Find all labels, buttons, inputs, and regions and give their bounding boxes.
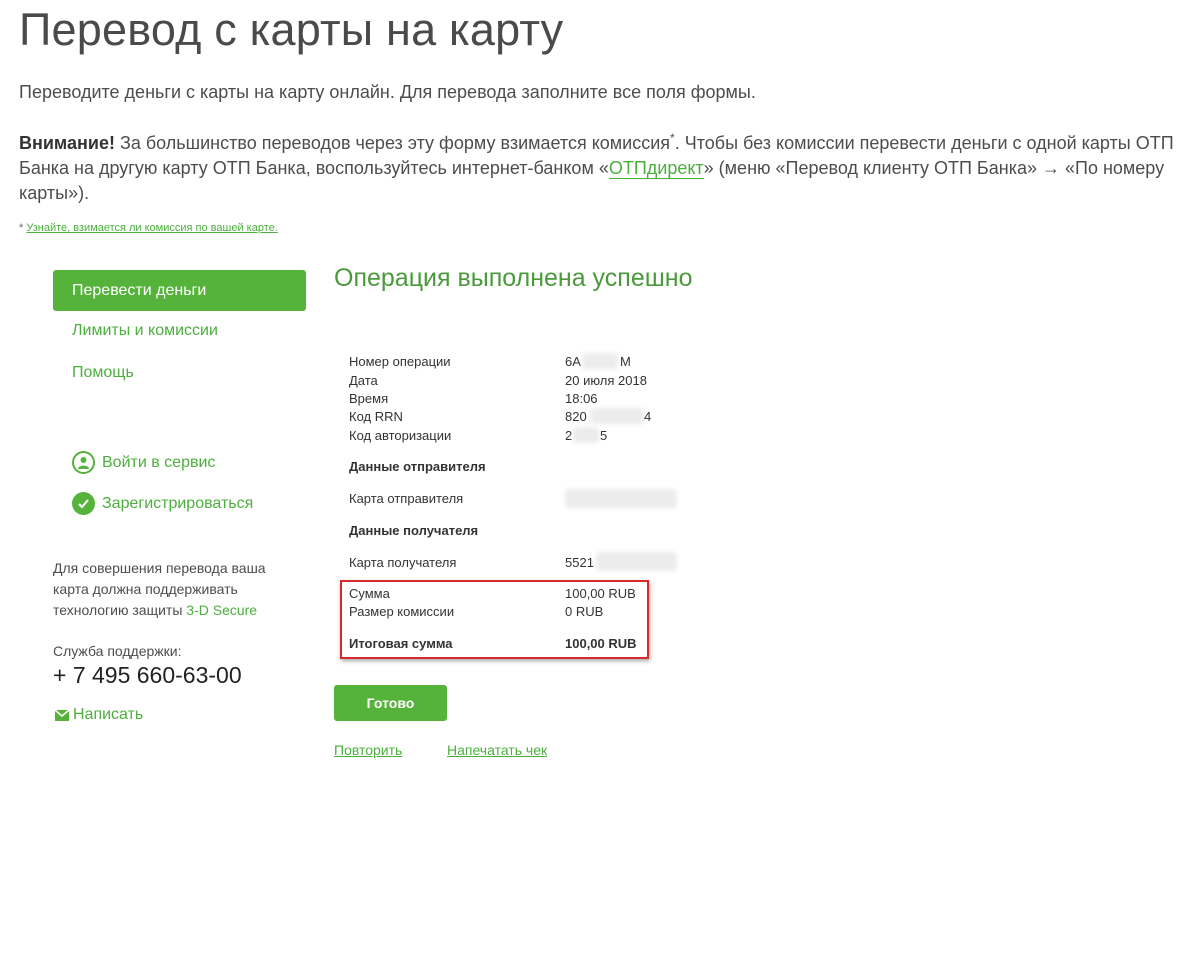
commission-notice: Внимание! За большинство переводов через… — [19, 126, 1189, 206]
recipient-card-start: 5521 — [565, 555, 594, 570]
sidebar-item-transfer[interactable]: Перевести деньги — [53, 270, 306, 311]
page-title: Перевод с карты на карту — [19, 4, 564, 55]
register-link[interactable]: Зарегистрироваться — [72, 492, 253, 515]
recipient-card-label: Карта получателя — [349, 555, 457, 570]
envelope-icon — [55, 709, 69, 721]
sender-section-title: Данные отправителя — [349, 459, 486, 474]
done-button[interactable]: Готово — [334, 685, 447, 721]
success-title: Операция выполнена успешно — [334, 264, 693, 292]
rrn-end: 4 — [644, 409, 652, 424]
write-link[interactable]: Написать — [55, 706, 143, 724]
secure-info: Для совершения перевода ваша карта должн… — [53, 558, 283, 621]
otpdirect-link[interactable]: ОТПдирект — [608, 158, 704, 179]
commission-footnote: * Узнайте, взимается ли комиссия по ваше… — [19, 222, 278, 234]
auth-end: 5 — [600, 428, 608, 443]
notice-text-1: За большинство переводов через эту форму… — [114, 133, 671, 153]
op-number-start: 6A — [565, 354, 581, 369]
sidebar-item-limits[interactable]: Лимиты и комиссии — [72, 322, 218, 340]
notice-warning: Внимание! — [19, 133, 115, 153]
sidebar-item-help[interactable]: Помощь — [72, 364, 134, 382]
register-label: Зарегистрироваться — [102, 494, 254, 512]
rrn-start: 820 — [565, 409, 587, 424]
support-label: Служба поддержки: — [53, 643, 182, 659]
amount-highlight-box — [340, 580, 649, 659]
footnote-asterisk: * — [19, 222, 24, 234]
user-icon — [72, 451, 95, 474]
intro-text: Переводите деньги с карты на карту онлай… — [19, 82, 756, 102]
auth-start: 2 — [565, 428, 573, 443]
recipient-section-title: Данные получателя — [349, 523, 479, 538]
recipient-card-redaction — [596, 552, 677, 571]
print-receipt-link[interactable]: Напечатать чек — [447, 742, 547, 758]
auth-label: Код авторизации — [349, 428, 452, 443]
3d-secure-link[interactable]: 3-D Secure — [186, 602, 257, 618]
commission-check-link[interactable]: Узнайте, взимается ли комиссия по вашей … — [26, 222, 277, 234]
check-circle-icon — [72, 492, 95, 515]
sender-card-label: Карта отправителя — [349, 491, 464, 506]
date-value: 20 июля 2018 — [565, 373, 647, 388]
repeat-link[interactable]: Повторить — [334, 742, 402, 758]
login-link[interactable]: Войти в сервис — [72, 451, 215, 474]
support-phone: + 7 495 660-63-00 — [53, 662, 242, 688]
rrn-redaction — [590, 408, 644, 424]
sender-card-redaction — [565, 489, 677, 508]
op-number-redaction — [582, 353, 618, 369]
rrn-label: Код RRN — [349, 409, 403, 424]
date-label: Дата — [349, 373, 378, 388]
op-number-end: M — [620, 354, 631, 369]
auth-redaction — [573, 427, 599, 443]
write-label: Написать — [73, 706, 144, 723]
time-value: 18:06 — [565, 391, 598, 406]
time-label: Время — [349, 391, 389, 406]
login-label: Войти в сервис — [102, 453, 216, 471]
op-number-label: Номер операции — [349, 354, 451, 369]
